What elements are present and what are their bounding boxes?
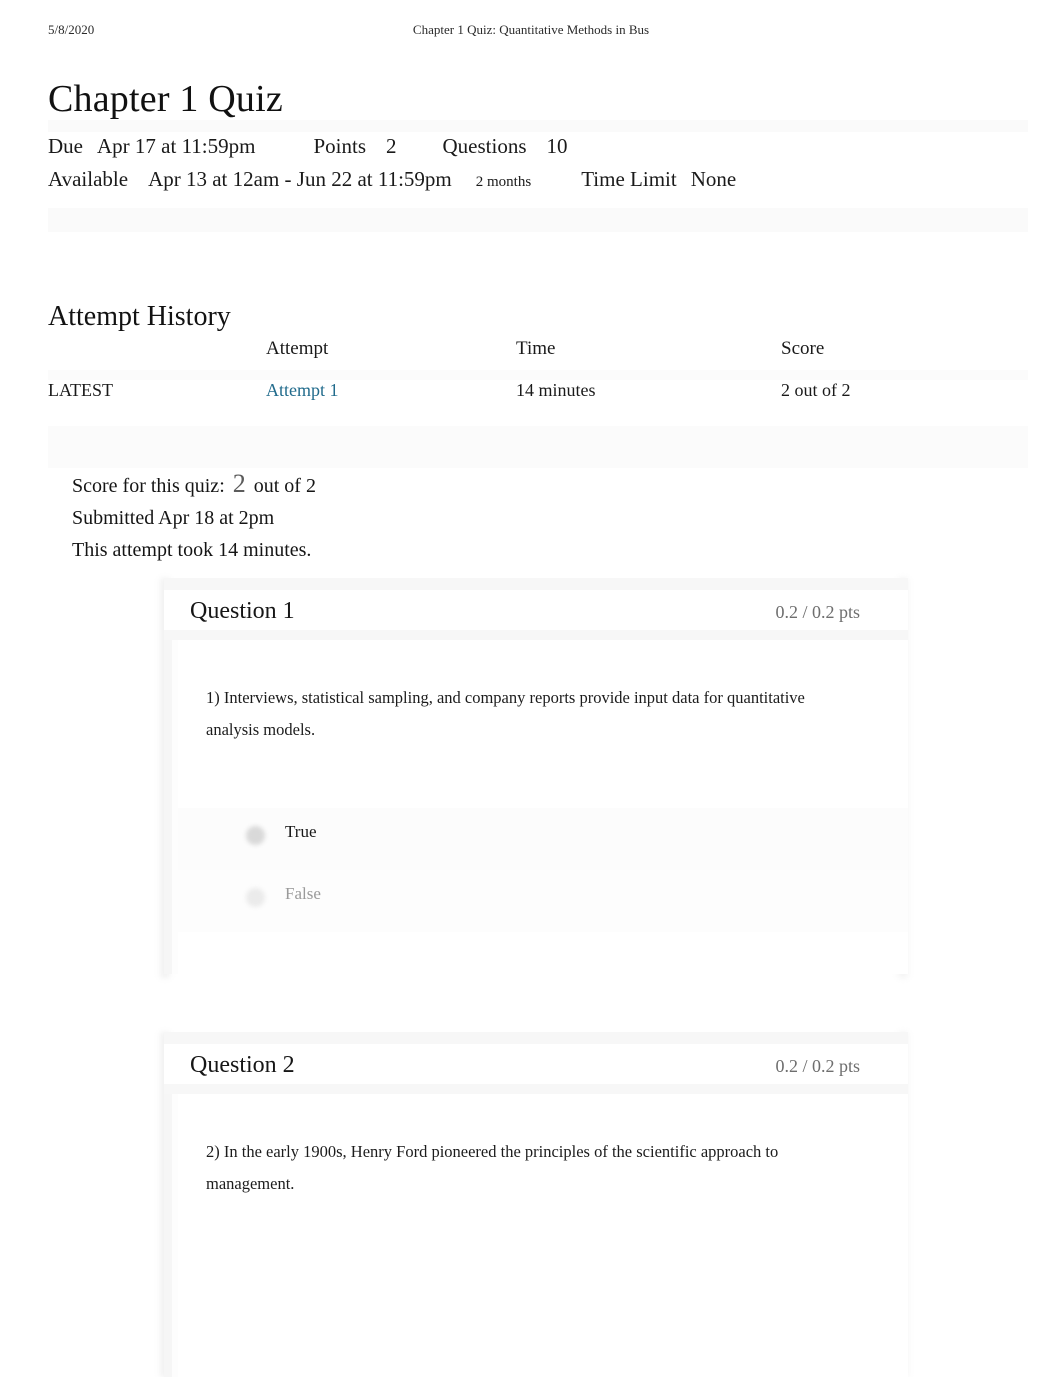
score-out-of: out of 2: [253, 475, 316, 497]
attempt-table-separator: [48, 370, 1028, 380]
question-1-text: 1) Interviews, statistical sampling, and…: [206, 688, 805, 739]
attempt-col-header-attempt: Attempt: [266, 338, 329, 359]
quiz-meta-row-available: Available Apr 13 at 12am - Jun 22 at 11:…: [48, 167, 1028, 200]
question-1-points: 0.2 / 0.2 pts: [775, 602, 860, 622]
question-2-text: 2) In the early 1900s, Henry Ford pionee…: [206, 1142, 779, 1193]
meta-band-bottom-rule: [48, 208, 1028, 232]
available-label: Available: [48, 167, 129, 191]
radio-button-icon[interactable]: [246, 888, 265, 907]
table-row: LATEST Attempt 1 14 minutes 2 out of 2: [48, 380, 1028, 420]
submitted-line: Submitted Apr 18 at 2pm: [72, 507, 275, 529]
question-1-answers: True False: [178, 808, 908, 932]
score-label: Score for this quiz:: [72, 475, 225, 497]
answer-option-false[interactable]: False: [178, 870, 908, 932]
quiz-meta-row-due: Due Apr 17 at 11:59pm Points 2 Questions…: [48, 134, 1028, 167]
print-header: 5/8/2020 Chapter 1 Quiz: Quantitative Me…: [0, 22, 1062, 40]
question-card-2: Question 2 0.2 / 0.2 pts 2) In the early…: [164, 1032, 908, 1377]
question-2-body: 2) In the early 1900s, Henry Ford pionee…: [164, 1094, 908, 1377]
question-1-header: Question 1 0.2 / 0.2 pts: [164, 578, 908, 640]
question-2-points: 0.2 / 0.2 pts: [775, 1056, 860, 1076]
question-2-title: Question 2: [190, 1052, 295, 1078]
question-card-1: Question 1 0.2 / 0.2 pts 1) Interviews, …: [164, 578, 908, 974]
answer-label-false: False: [285, 884, 321, 903]
points-value: 2: [386, 134, 397, 158]
quiz-meta-band: Due Apr 17 at 11:59pm Points 2 Questions…: [48, 120, 1028, 232]
attempt-time-value: 14 minutes: [516, 380, 596, 400]
attempt-table-header-row: Attempt Time Score: [48, 338, 1028, 370]
due-label: Due: [48, 134, 83, 158]
time-limit-value: None: [690, 167, 737, 191]
quiz-meta-rows: Due Apr 17 at 11:59pm Points 2 Questions…: [48, 132, 1028, 202]
page-title: Chapter 1 Quiz: [48, 78, 283, 121]
attempt-col-header-time: Time: [516, 338, 556, 359]
question-2-header: Question 2 0.2 / 0.2 pts: [164, 1032, 908, 1094]
score-value: 2: [232, 469, 246, 498]
attempt-duration-line: This attempt took 14 minutes.: [72, 539, 312, 561]
question-1-body: 1) Interviews, statistical sampling, and…: [164, 640, 908, 974]
answer-option-true[interactable]: True: [178, 808, 908, 870]
attempt-1-link[interactable]: Attempt 1: [266, 380, 339, 400]
available-value: Apr 13 at 12am - Jun 22 at 11:59pm: [148, 167, 452, 191]
due-value: Apr 17 at 11:59pm: [97, 134, 256, 158]
attempt-history-heading: Attempt History: [48, 301, 231, 333]
questions-value: 10: [546, 134, 568, 158]
question-1-title: Question 1: [190, 598, 295, 624]
radio-button-icon[interactable]: [246, 826, 265, 845]
attempt-table-footer-band: [48, 426, 1028, 468]
attempt-score-value: 2 out of 2: [781, 380, 851, 400]
questions-label: Questions: [442, 134, 527, 158]
points-label: Points: [313, 134, 366, 158]
available-duration-note: 2 months: [475, 174, 532, 190]
attempt-col-header-score: Score: [781, 338, 825, 359]
answer-label-true: True: [285, 822, 317, 841]
time-limit-label: Time Limit: [581, 167, 677, 191]
attempt-history-table: Attempt Time Score LATEST Attempt 1 14 m…: [48, 338, 1028, 468]
meta-band-top-rule: [48, 120, 1028, 132]
score-summary: Score for this quiz: 2 out of 2 Submitte…: [72, 468, 772, 566]
print-header-title: Chapter 1 Quiz: Quantitative Methods in …: [412, 22, 650, 37]
score-for-quiz-line: Score for this quiz: 2 out of 2: [72, 468, 772, 502]
attempt-latest-marker: LATEST: [48, 380, 113, 400]
